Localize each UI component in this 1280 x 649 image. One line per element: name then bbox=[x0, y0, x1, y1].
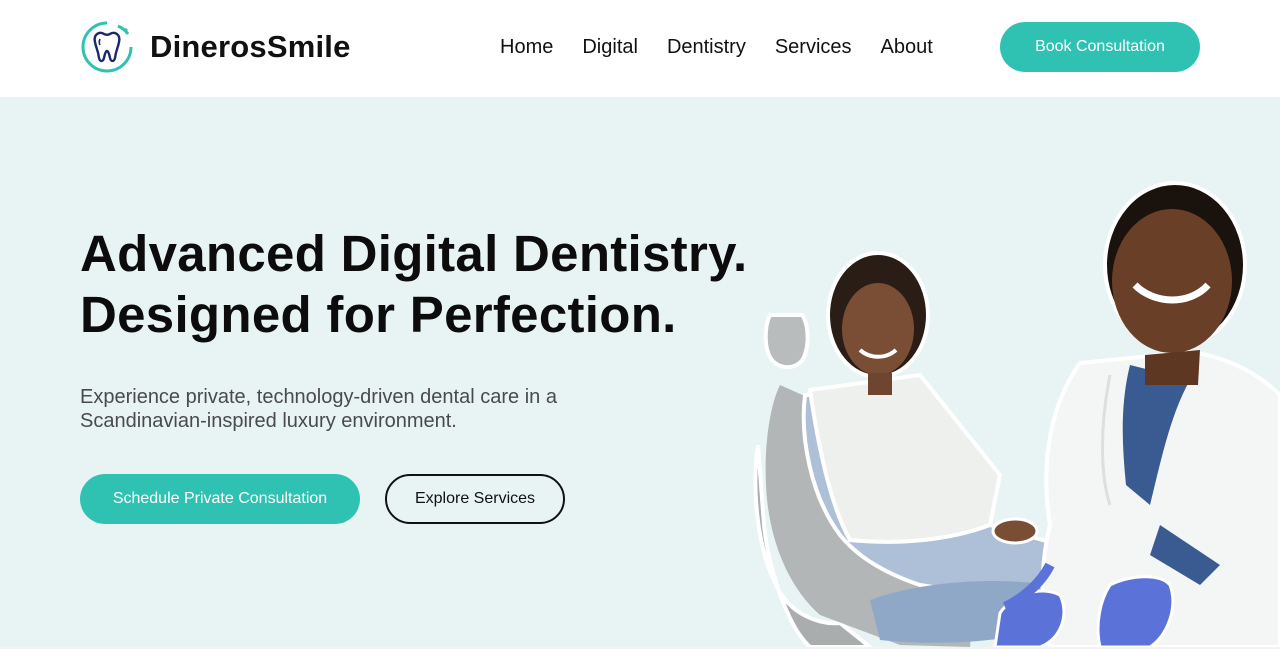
nav-item-about[interactable]: About bbox=[881, 34, 933, 60]
dentist-patient-photo bbox=[753, 181, 1280, 647]
hero-headline-line-1: Advanced Digital Dentistry. bbox=[80, 225, 748, 282]
nav-item-dentistry[interactable]: Dentistry bbox=[667, 34, 746, 60]
main-nav: Home Digital Dentistry Services About bbox=[500, 34, 933, 60]
nav-item-digital[interactable]: Digital bbox=[582, 34, 638, 60]
hero-subtext-line-1: Experience private, technology-driven de… bbox=[80, 386, 557, 408]
hero-section: Advanced Digital Dentistry. Designed for… bbox=[0, 97, 1280, 647]
nav-item-services[interactable]: Services bbox=[775, 34, 852, 60]
hero-headline-line-2: Designed for Perfection. bbox=[80, 286, 677, 343]
hero-headline: Advanced Digital Dentistry. Designed for… bbox=[80, 223, 747, 345]
hero-subtext-line-2: Scandinavian-inspired luxury environment… bbox=[80, 410, 457, 432]
schedule-consultation-button[interactable]: Schedule Private Consultation bbox=[80, 474, 360, 524]
explore-services-button[interactable]: Explore Services bbox=[385, 474, 565, 524]
nav-item-home[interactable]: Home bbox=[500, 34, 553, 60]
site-header: DinerosSmile Home Digital Dentistry Serv… bbox=[0, 0, 1280, 97]
tooth-icon bbox=[80, 20, 134, 74]
hero-subtext: Experience private, technology-driven de… bbox=[80, 385, 640, 433]
brand[interactable]: DinerosSmile bbox=[80, 20, 351, 74]
brand-name: DinerosSmile bbox=[150, 29, 351, 64]
book-consultation-button[interactable]: Book Consultation bbox=[1000, 22, 1200, 72]
